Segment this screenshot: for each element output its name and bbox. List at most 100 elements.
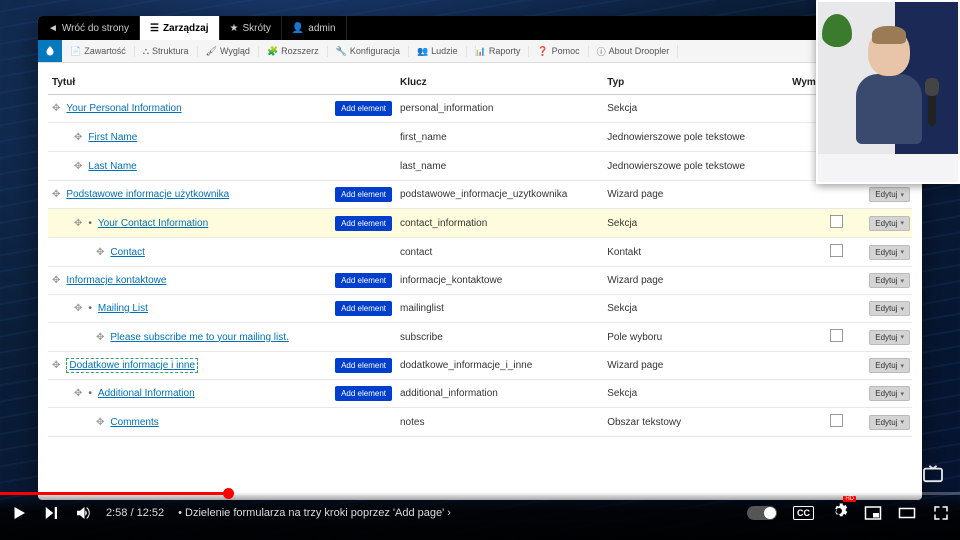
drupal-logo-icon[interactable] bbox=[38, 40, 62, 62]
progress-track[interactable] bbox=[0, 492, 960, 495]
nav-about[interactable]: ⓘ About Droopler bbox=[589, 45, 679, 58]
progress-played bbox=[0, 492, 228, 495]
drag-handle-icon[interactable]: ✥ bbox=[52, 275, 60, 286]
add-element-button[interactable]: Add element bbox=[335, 386, 392, 401]
row-type: Jednowierszowe pole tekstowe bbox=[603, 152, 775, 181]
ambient-mode-icon[interactable] bbox=[922, 465, 944, 488]
row-title-link[interactable]: Additional Information bbox=[98, 388, 195, 399]
add-element-button[interactable]: Add element bbox=[335, 358, 392, 373]
nav-content[interactable]: 📄 Zawartość bbox=[62, 46, 135, 57]
miniplayer-icon[interactable] bbox=[864, 504, 882, 522]
row-title-link[interactable]: Last Name bbox=[88, 161, 136, 172]
row-title-link[interactable]: Your Personal Information bbox=[66, 103, 181, 114]
table-row: ✥ Please subscribe me to your mailing lis… bbox=[48, 323, 912, 352]
admin-secbar: 📄 Zawartość ⛬ Struktura 🖌 Wygląd 🧩 Rozsz… bbox=[38, 40, 922, 63]
drag-handle-icon[interactable]: ✥ bbox=[52, 360, 60, 371]
row-title-link[interactable]: Please subscribe me to your mailing list… bbox=[110, 332, 288, 343]
table-row: ✥ Podstawowe informacje użytkownika Add el… bbox=[48, 181, 912, 209]
table-row: ✥ Comments notesObszar tekstowy Edytuj ▾ bbox=[48, 408, 912, 437]
edit-button[interactable]: Edytuj ▾ bbox=[869, 358, 910, 373]
drag-handle-icon[interactable]: ✥ bbox=[96, 247, 104, 258]
chapter-title[interactable]: • Dzielenie formularza na trzy kroki pop… bbox=[178, 507, 451, 519]
drag-handle-icon[interactable]: ✥ bbox=[96, 332, 104, 343]
row-type: Sekcja bbox=[603, 209, 775, 238]
edit-button[interactable]: Edytuj ▾ bbox=[869, 330, 910, 345]
bullet-icon: • bbox=[88, 388, 92, 399]
edit-button[interactable]: Edytuj ▾ bbox=[869, 245, 910, 260]
drag-handle-icon[interactable]: ✥ bbox=[96, 417, 104, 428]
shortcuts-tab[interactable]: ★ Skróty bbox=[220, 16, 282, 40]
table-row: ✥Dodatkowe informacje i inneAdd elementd… bbox=[48, 352, 912, 380]
admin-user[interactable]: 👤 admin bbox=[282, 16, 347, 40]
nav-extend[interactable]: 🧩 Rozszerz bbox=[259, 46, 328, 57]
nav-config[interactable]: 🔧 Konfiguracja bbox=[328, 46, 409, 57]
theater-icon[interactable] bbox=[898, 504, 916, 522]
row-type: Sekcja bbox=[603, 95, 775, 123]
nav-reports[interactable]: 📊 Raporty bbox=[467, 46, 530, 57]
back-to-site[interactable]: ◄ Wróć do strony bbox=[38, 16, 140, 40]
admin-topbar: ◄ Wróć do strony ☰ Zarządzaj ★ Skróty 👤 … bbox=[38, 16, 922, 40]
row-type: Jednowierszowe pole tekstowe bbox=[603, 123, 775, 152]
row-type: Obszar tekstowy bbox=[603, 408, 775, 437]
edit-button[interactable]: Edytuj ▾ bbox=[869, 301, 910, 316]
play-icon[interactable] bbox=[10, 504, 28, 522]
time-display: 2:58 / 12:52 bbox=[106, 507, 164, 519]
manage-tab[interactable]: ☰ Zarządzaj bbox=[140, 16, 220, 40]
row-title-link[interactable]: Mailing List bbox=[98, 303, 148, 314]
required-checkbox[interactable] bbox=[830, 244, 843, 257]
next-icon[interactable] bbox=[42, 504, 60, 522]
volume-icon[interactable] bbox=[74, 504, 92, 522]
row-title-link[interactable]: Dodatkowe informacje i inne bbox=[66, 358, 198, 373]
add-element-button[interactable]: Add element bbox=[335, 216, 392, 231]
drag-handle-icon[interactable]: ✥ bbox=[52, 189, 60, 200]
edit-button[interactable]: Edytuj ▾ bbox=[869, 216, 910, 231]
video-controls: 2:58 / 12:52 • Dzielenie formularza na t… bbox=[0, 492, 960, 540]
drag-handle-icon[interactable]: ✥ bbox=[74, 161, 82, 172]
table-row: ✥•Mailing ListAdd elementmailinglistSekc… bbox=[48, 295, 912, 323]
row-type: Wizard page bbox=[603, 181, 775, 209]
row-title-link[interactable]: Podstawowe informacje użytkownika bbox=[66, 189, 229, 200]
required-checkbox[interactable] bbox=[830, 329, 843, 342]
col-key: Klucz bbox=[396, 71, 603, 95]
fullscreen-icon[interactable] bbox=[932, 504, 950, 522]
settings-button[interactable]: HD bbox=[830, 502, 848, 523]
drag-handle-icon[interactable]: ✥ bbox=[74, 218, 82, 229]
nav-people[interactable]: 👥 Ludzie bbox=[409, 46, 467, 57]
nav-help[interactable]: ❓ Pomoc bbox=[529, 46, 588, 57]
row-key: notes bbox=[396, 408, 603, 437]
add-element-button[interactable]: Add element bbox=[335, 301, 392, 316]
row-type: Sekcja bbox=[603, 295, 775, 323]
table-row: ✥ First Name first_nameJednowierszowe pole… bbox=[48, 123, 912, 152]
row-key: contact_information bbox=[396, 209, 603, 238]
edit-button[interactable]: Edytuj ▾ bbox=[869, 273, 910, 288]
autoplay-toggle[interactable] bbox=[747, 506, 777, 520]
row-title-link[interactable]: Your Contact Information bbox=[98, 218, 208, 229]
edit-button[interactable]: Edytuj ▾ bbox=[869, 386, 910, 401]
drag-handle-icon[interactable]: ✥ bbox=[74, 388, 82, 399]
edit-button[interactable]: Edytuj ▾ bbox=[869, 187, 910, 202]
row-title-link[interactable]: Comments bbox=[110, 417, 158, 428]
app-window: ◄ Wróć do strony ☰ Zarządzaj ★ Skróty 👤 … bbox=[38, 16, 922, 500]
nav-appearance[interactable]: 🖌 Wygląd bbox=[198, 46, 259, 57]
row-title-link[interactable]: Informacje kontaktowe bbox=[66, 275, 166, 286]
add-element-button[interactable]: Add element bbox=[335, 273, 392, 288]
drag-handle-icon[interactable]: ✥ bbox=[74, 132, 82, 143]
row-key: informacje_kontaktowe bbox=[396, 267, 603, 295]
row-title-link[interactable]: First Name bbox=[88, 132, 137, 143]
add-element-button[interactable]: Add element bbox=[335, 101, 392, 116]
row-key: first_name bbox=[396, 123, 603, 152]
required-checkbox[interactable] bbox=[830, 414, 843, 427]
edit-button[interactable]: Edytuj ▾ bbox=[869, 415, 910, 430]
table-row: ✥Last Namelast_nameJednowierszowe pole t… bbox=[48, 152, 912, 181]
row-title-link[interactable]: Contact bbox=[110, 247, 144, 258]
webcam-overlay bbox=[816, 0, 960, 184]
drag-handle-icon[interactable]: ✥ bbox=[52, 103, 60, 114]
drag-handle-icon[interactable]: ✥ bbox=[74, 303, 82, 314]
row-key: personal_information bbox=[396, 95, 603, 123]
required-checkbox[interactable] bbox=[830, 215, 843, 228]
table-row: ✥•Additional InformationAdd elementaddit… bbox=[48, 380, 912, 408]
nav-structure[interactable]: ⛬ Struktura bbox=[135, 46, 198, 57]
table-row: ✥ Informacje kontaktowe Add element informa… bbox=[48, 267, 912, 295]
captions-button[interactable]: CC bbox=[793, 506, 814, 520]
add-element-button[interactable]: Add element bbox=[335, 187, 392, 202]
